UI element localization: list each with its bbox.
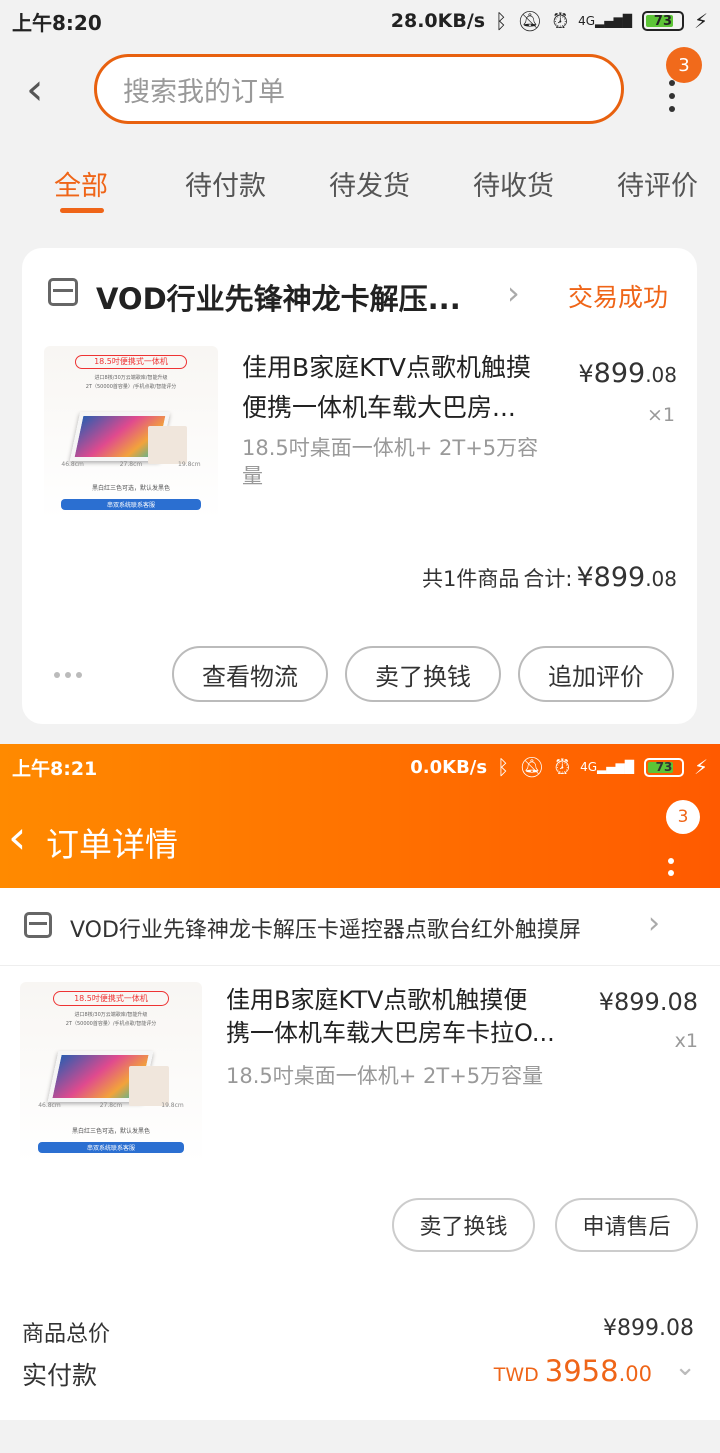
product-image-dimensions: 46.8cm 27.8cm 19.8cm (61, 460, 201, 468)
chevron-right-icon[interactable]: › (507, 274, 520, 312)
search-placeholder: 搜索我的订单 (123, 76, 285, 108)
charging-icon: ⚡︎ (693, 9, 708, 33)
battery-level: 73 (655, 760, 673, 774)
product-image[interactable]: 18.5吋便携式一体机 进口8核/30万云端歌库/智能升级 2T（50000首容… (20, 982, 202, 1164)
product-quantity: ×1 (646, 404, 675, 426)
signal-icon: 4G▂▄▆█ (578, 14, 632, 28)
product-price: ¥899.08 (598, 988, 698, 1016)
battery-indicator: 73 (643, 757, 684, 777)
alarm-off-icon: 🔕︎ (517, 9, 543, 33)
order-detail-screen: 上午8:21 0.0KB/s ᛒ 🔕︎ ⏰︎ 4G▂▄▆█ 73 ⚡︎ ‹ 订单… (0, 744, 720, 1453)
net-speed: 0.0KB/s (410, 756, 488, 778)
chevron-right-icon[interactable]: › (648, 906, 660, 941)
shop-name[interactable]: VOD行业先锋神龙卡解压卡遥控器点歌台红外触摸屏 (70, 912, 640, 944)
back-arrow-icon[interactable]: ‹ (8, 814, 26, 860)
tab-all[interactable]: 全部 (54, 164, 108, 203)
product-image-stand (148, 426, 187, 465)
total-label: 合计: (523, 567, 573, 591)
product-spec: 18.5吋桌面一体机+ 2T+5万容 量 (242, 436, 539, 488)
tab-pending-receipt[interactable]: 待收货 (473, 164, 554, 203)
more-vertical-icon[interactable] (668, 858, 678, 876)
tab-pending-shipment[interactable]: 待发货 (329, 164, 410, 203)
shop-icon (48, 278, 78, 306)
status-bar: 上午8:21 0.0KB/s ᛒ 🔕︎ ⏰︎ 4G▂▄▆█ 73 ⚡︎ (0, 744, 720, 790)
order-total: 共1件商品 合计: ¥899.08 (422, 562, 677, 593)
goods-total-label: 商品总价 (22, 1322, 111, 1347)
product-image-banner: 18.5吋便携式一体机 (52, 991, 170, 1006)
back-button[interactable]: ‹ (26, 68, 56, 112)
product-image-specs: 进口8核/30万云端歌库/智能升级 2T（50000首容量）/手机点歌/智能评分 (65, 1012, 157, 1028)
chevron-down-icon[interactable]: ⌄ (674, 1352, 696, 1382)
product-title[interactable]: 佳用B家庭KTV点歌机触摸便 携一体机车载大巴房车卡拉O... (226, 984, 576, 1050)
resell-button[interactable]: 卖了换钱 (345, 646, 501, 702)
product-image-stand (129, 1065, 170, 1106)
product-title[interactable]: 佳用B家庭KTV点歌机触摸 便携一体机车载大巴房... (242, 348, 562, 428)
signal-icon: 4G▂▄▆█ (580, 760, 634, 774)
tab-pending-payment[interactable]: 待付款 (185, 164, 266, 203)
clock-icon: ⏰︎ (552, 9, 569, 33)
signal-label: 4G (578, 14, 596, 28)
product-image[interactable]: 18.5吋便携式一体机 进口8核/30万云端歌库/智能升级 2T（50000首容… (44, 346, 218, 520)
order-list-screen: 上午8:20 28.0KB/s ᛒ 🔕︎ ⏰︎ 4G▂▄▆█ 73 ⚡︎ ‹ 搜… (0, 0, 720, 744)
product-price: ¥899.08 (578, 358, 677, 389)
order-card[interactable]: VOD行业先锋神龙卡解压... › 交易成功 18.5吋便携式一体机 进口8核/… (22, 248, 697, 724)
shop-name[interactable]: VOD行业先锋神龙卡解压... (96, 276, 476, 318)
add-review-button[interactable]: 追加评价 (518, 646, 674, 702)
status-time: 上午8:21 (12, 757, 98, 780)
paid-label: 实付款 (22, 1361, 98, 1390)
clock-icon: ⏰︎ (554, 755, 571, 779)
product-image-footer: 串双系统联系客服 (61, 499, 201, 510)
request-aftersale-button[interactable]: 申请售后 (555, 1198, 698, 1252)
top-bar: ‹ 搜索我的订单 3 (0, 42, 720, 142)
more-vertical-icon[interactable] (660, 76, 684, 116)
status-bar: 上午8:20 28.0KB/s ᛒ 🔕︎ ⏰︎ 4G▂▄▆█ 73 ⚡︎ (0, 0, 720, 42)
charging-icon: ⚡︎ (693, 755, 708, 779)
active-tab-indicator (60, 208, 104, 213)
total-amount: ¥899.08 (576, 562, 677, 593)
net-speed: 28.0KB/s (390, 10, 486, 32)
view-logistics-button[interactable]: 查看物流 (172, 646, 328, 702)
resell-button[interactable]: 卖了换钱 (392, 1198, 535, 1252)
order-search-input[interactable]: 搜索我的订单 (94, 54, 624, 124)
battery-indicator: 73 (641, 11, 684, 31)
product-image-banner: 18.5吋便携式一体机 (75, 354, 187, 369)
page-title: 订单详情 (46, 825, 178, 864)
status-icons: 0.0KB/s ᛒ 🔕︎ ⏰︎ 4G▂▄▆█ 73 ⚡︎ (410, 755, 708, 779)
order-status-tabs: 全部 待付款 待发货 待收货 待评价 (0, 150, 720, 220)
product-image-note: 黑白红三色可选，默认发黑色 (71, 1127, 150, 1135)
paid-amount: TWD 3958.00 (493, 1354, 652, 1388)
more-actions-icon[interactable] (54, 672, 82, 678)
signal-label: 4G (580, 760, 598, 774)
shop-icon (24, 912, 52, 938)
bluetooth-icon: ᛒ (497, 755, 510, 779)
tab-pending-review[interactable]: 待评价 (617, 164, 698, 203)
back-arrow-icon: ‹ (26, 64, 44, 115)
battery-level: 73 (653, 13, 672, 29)
product-image-specs: 进口8核/30万云端歌库/智能升级 2T（50000首容量）/手机点歌/智能评分 (85, 374, 177, 390)
product-quantity: x1 (674, 1030, 698, 1052)
shop-row[interactable]: VOD行业先锋神龙卡解压卡遥控器点歌台红外触摸屏 › (0, 888, 720, 966)
header-bar: 上午8:21 0.0KB/s ᛒ 🔕︎ ⏰︎ 4G▂▄▆█ 73 ⚡︎ ‹ 订单… (0, 744, 720, 888)
total-item-count: 共1件商品 (422, 567, 520, 591)
product-image-note: 黑白红三色可选，默认发黑色 (91, 485, 170, 493)
order-status: 交易成功 (568, 283, 669, 312)
message-badge: 3 (666, 800, 700, 834)
product-image-dimensions: 46.8cm 27.8cm 19.8cm (38, 1102, 184, 1110)
product-spec: 18.5吋桌面一体机+ 2T+5万容量 (226, 1064, 544, 1088)
status-icons: 28.0KB/s ᛒ 🔕︎ ⏰︎ 4G▂▄▆█ 73 ⚡︎ (391, 9, 708, 33)
product-image-footer: 串双系统联系客服 (38, 1142, 184, 1154)
status-time: 上午8:20 (12, 10, 102, 35)
bluetooth-icon: ᛒ (495, 9, 508, 33)
alarm-off-icon: 🔕︎ (519, 755, 545, 779)
bottom-divider (0, 1420, 720, 1453)
goods-total-value: ¥899.08 (603, 1316, 694, 1341)
